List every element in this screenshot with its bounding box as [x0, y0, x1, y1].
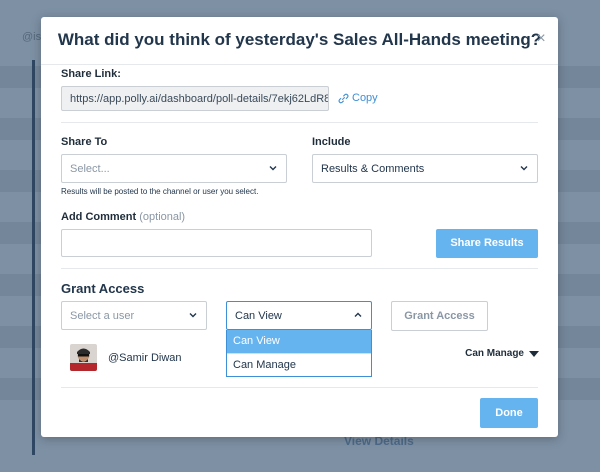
add-comment-optional: (optional): [139, 211, 186, 223]
grant-access-title: Grant Access: [61, 281, 145, 296]
divider: [61, 387, 538, 388]
link-icon: [338, 93, 349, 103]
share-link-field[interactable]: https://app.polly.ai/dashboard/poll-deta…: [61, 86, 329, 111]
copy-label: Copy: [352, 92, 378, 104]
avatar-image: [70, 344, 97, 371]
share-to-placeholder: Select...: [70, 163, 110, 175]
modal-header: What did you think of yesterday's Sales …: [41, 17, 558, 65]
chevron-down-icon: [269, 166, 277, 171]
share-to-select[interactable]: Select...: [61, 154, 287, 183]
grant-access-button[interactable]: Grant Access: [391, 301, 488, 331]
permission-selected-value: Can View: [235, 310, 282, 322]
share-to-label: Share To: [61, 136, 108, 148]
user-permission-label: Can Manage: [465, 348, 524, 359]
dropdown-option-can-view[interactable]: Can View: [227, 330, 371, 353]
user-select-placeholder: Select a user: [70, 310, 135, 322]
done-button[interactable]: Done: [480, 398, 538, 428]
share-modal: What did you think of yesterday's Sales …: [41, 17, 558, 437]
share-link-label: Share Link:: [61, 68, 121, 80]
share-to-hint: Results will be posted to the channel or…: [61, 187, 259, 196]
user-select[interactable]: Select a user: [61, 301, 207, 330]
permission-dropdown-menu: Can View Can Manage: [226, 330, 372, 377]
add-comment-label: Add Comment (optional): [61, 211, 185, 223]
include-selected-value: Results & Comments: [321, 163, 425, 175]
comment-input[interactable]: [61, 229, 372, 257]
caret-down-icon: [529, 350, 539, 357]
divider: [61, 122, 538, 123]
chevron-down-icon: [189, 313, 197, 318]
background-timeline: [32, 60, 35, 455]
add-comment-label-text: Add Comment: [61, 211, 137, 223]
dropdown-option-can-manage[interactable]: Can Manage: [227, 353, 371, 376]
include-select[interactable]: Results & Comments: [312, 154, 538, 183]
modal-title: What did you think of yesterday's Sales …: [57, 30, 542, 49]
include-label: Include: [312, 136, 351, 148]
permission-select[interactable]: Can View: [226, 301, 372, 330]
user-name: @Samir Diwan: [108, 352, 182, 364]
user-permission-dropdown[interactable]: Can Manage: [465, 348, 539, 359]
chevron-down-icon: [520, 166, 528, 171]
chevron-up-icon: [354, 312, 362, 317]
share-results-button[interactable]: Share Results: [436, 229, 538, 258]
close-icon[interactable]: ×: [534, 30, 548, 48]
divider: [61, 268, 538, 269]
avatar: [70, 344, 97, 371]
copy-button[interactable]: Copy: [338, 92, 378, 104]
